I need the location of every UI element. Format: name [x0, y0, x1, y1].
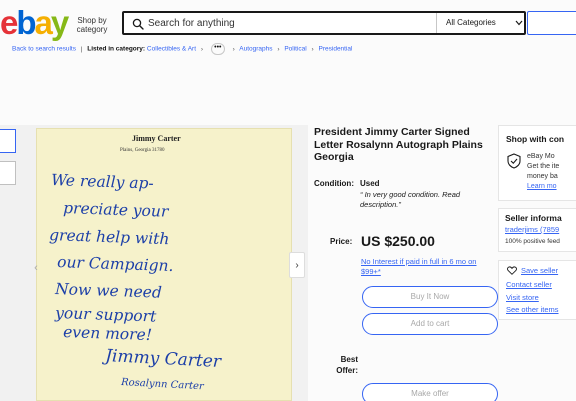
add-to-cart-label: Add to cart: [410, 319, 450, 328]
thumbnail-control[interactable]: [0, 161, 16, 185]
learn-more-link[interactable]: Learn mo: [527, 182, 576, 192]
contact-seller-link[interactable]: Contact seller: [506, 280, 552, 289]
product-image[interactable]: Jimmy Carter Plains, Georgia 31780 We re…: [36, 128, 292, 401]
breadcrumb-chevron-icon: ›: [200, 45, 204, 53]
breadcrumb-item-political[interactable]: Political: [284, 46, 306, 53]
shop-by-category-label: Shop by category: [76, 16, 108, 34]
logo-letter-y: y: [50, 4, 69, 41]
search-icon: [132, 18, 144, 30]
seller-actions: Save seller Contact seller Visit store S…: [498, 260, 576, 320]
condition-value: Used: [360, 179, 380, 188]
signature-jimmy: Jimmy Carter: [102, 346, 223, 372]
letter-line: our Campaign.: [57, 253, 174, 275]
save-seller-link[interactable]: Save seller: [521, 266, 558, 275]
letter-line: Now we need: [54, 280, 162, 302]
letter-line: We really ap-: [51, 171, 154, 193]
breadcrumb-chevron-icon: ›: [232, 45, 235, 53]
breadcrumb-chevron-icon: ›: [277, 45, 280, 53]
search-bar: All Categories: [122, 11, 526, 35]
make-offer-label: Make offer: [411, 389, 449, 398]
price-value: US $250.00: [361, 233, 435, 249]
breadcrumb-item-autographs[interactable]: Autographs: [239, 46, 272, 53]
shield-icon: [507, 153, 521, 169]
letterhead-place: Plains, Georgia 31780: [120, 148, 165, 153]
visit-store-link[interactable]: Visit store: [506, 293, 539, 302]
add-to-cart-button[interactable]: Add to cart: [362, 313, 498, 335]
page: ebay Shop by category All Categories Bac…: [0, 0, 576, 401]
seller-information-heading: Seller informa: [505, 213, 562, 223]
shop-with-confidence-card: Shop with con eBay Mo Get the ite money …: [498, 125, 576, 201]
breadcrumb-item-presidential[interactable]: Presidential: [319, 46, 353, 53]
letterhead-name: Jimmy Carter: [132, 134, 181, 143]
breadcrumb-divider: |: [80, 45, 83, 53]
search-input[interactable]: [148, 15, 428, 31]
seller-information-card: Seller informa traderjims (7859 100% pos…: [498, 208, 576, 252]
category-select[interactable]: All Categories: [436, 13, 524, 33]
signature-rosalynn: Rosalynn Carter: [120, 377, 205, 392]
listed-in-label: Listed in category:: [87, 45, 146, 53]
price-label: Price:: [330, 237, 353, 246]
letter-drawing: Jimmy Carter Plains, Georgia 31780 We re…: [49, 134, 223, 392]
letter-line: great help with: [49, 226, 170, 248]
financing-link[interactable]: No Interest if paid in full in 6 mo on $…: [361, 257, 496, 277]
condition-description[interactable]: “ In very good condition. Read descripti…: [360, 190, 490, 210]
buy-it-now-button[interactable]: Buy It Now: [362, 286, 498, 308]
see-other-items-link[interactable]: See other items: [506, 305, 559, 314]
logo-letter-a: a: [34, 4, 53, 41]
breadcrumb-item-collectibles[interactable]: Collectibles & Art: [147, 46, 196, 53]
shop-with-confidence-heading: Shop with con: [506, 134, 565, 144]
letter-line: preciate your: [63, 199, 170, 221]
thumbnail-control[interactable]: [0, 129, 16, 153]
breadcrumb: Back to search results | Listed in categ…: [12, 43, 352, 55]
logo-letter-b: b: [16, 4, 36, 41]
heart-icon: [507, 266, 517, 275]
letter-line: even more!: [63, 323, 152, 344]
chevron-left-icon[interactable]: ‹: [30, 255, 42, 281]
buy-it-now-label: Buy It Now: [410, 292, 450, 301]
shop-by-category-button[interactable]: Shop by category: [74, 16, 110, 34]
search-button[interactable]: [527, 11, 576, 35]
back-to-results-link[interactable]: Back to search results: [12, 46, 76, 53]
condition-label: Condition:: [314, 179, 354, 188]
chevron-down-icon: [515, 20, 523, 26]
make-offer-button[interactable]: Make offer: [362, 383, 498, 401]
ebay-logo[interactable]: ebay: [0, 4, 69, 41]
chevron-right-icon: ›: [295, 260, 299, 271]
seller-name-link[interactable]: traderjims (7859: [505, 225, 559, 234]
next-image-button[interactable]: ›: [289, 252, 305, 278]
category-select-value: All Categories: [446, 18, 496, 27]
promo-title: eBay Mo: [527, 153, 555, 160]
breadcrumb-chevron-icon: ›: [311, 45, 314, 53]
seller-feedback: 100% positive feed: [505, 238, 560, 245]
promo-text: Get the ite money ba: [527, 163, 560, 180]
best-offer-label: Best Offer:: [336, 355, 358, 375]
breadcrumb-more-button[interactable]: •••: [210, 43, 225, 55]
money-back-promo: eBay Mo Get the ite money ba Learn mo: [527, 152, 576, 192]
logo-letter-e: e: [0, 4, 18, 41]
item-title: President Jimmy Carter Signed Letter Ros…: [314, 126, 483, 163]
